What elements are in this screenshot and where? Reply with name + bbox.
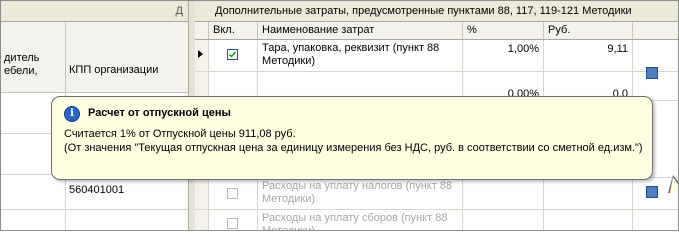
include-checkbox[interactable] — [227, 49, 238, 60]
table-cell: Расходы на уплату сборов (пункт 88 Метод… — [258, 210, 463, 231]
column-header-rub[interactable]: Руб. — [544, 22, 633, 39]
table-row[interactable]: Расходы на уплату налогов (пункт 88 Мето… — [195, 178, 678, 210]
tooltip-pointer-fill — [670, 177, 678, 193]
cost-percent: 1,00% — [507, 43, 539, 55]
cost-rub: 9,11 — [607, 43, 628, 55]
table-cell — [209, 178, 258, 209]
table-cell — [633, 40, 678, 79]
cost-name: Расходы на уплату сборов (пункт 88 Метод… — [262, 212, 448, 231]
left-grid-group-header: Д — [1, 1, 188, 22]
row-indicator — [195, 210, 209, 230]
table-row[interactable]: Тара, упаковка, реквизит (пункт 88 Метод… — [195, 40, 678, 79]
table-cell[interactable] — [544, 210, 633, 230]
table-cell[interactable]: 1,00% — [463, 40, 544, 71]
table-row[interactable] — [1, 210, 188, 230]
tooltip-line-2: (От значения "Текущая отпускная цена за … — [64, 142, 643, 154]
column-header-name[interactable]: Наименование затрат — [258, 22, 463, 39]
column-header-action — [633, 22, 678, 39]
include-checkbox[interactable] — [227, 218, 238, 229]
grid-title: Дополнительные затраты, предусмотренные … — [215, 5, 632, 17]
row-indicator — [195, 178, 209, 209]
table-cell[interactable] — [463, 210, 544, 230]
cost-name: Тара, упаковка, реквизит (пункт 88 Метод… — [262, 42, 440, 67]
calculation-tooltip: i Расчет от отпускной цены Считается 1% … — [51, 96, 678, 193]
checkmark-icon — [228, 51, 237, 58]
table-cell: Расходы на уплату налогов (пункт 88 Мето… — [258, 178, 463, 209]
column-header-enabled[interactable]: Вкл. — [209, 22, 258, 39]
current-row-arrow-icon — [198, 50, 203, 58]
column-header-label: КПП организации — [69, 64, 159, 76]
info-icon: i — [64, 106, 80, 122]
column-header-kpp[interactable]: КПП организации — [66, 22, 188, 93]
row-indicator-header — [195, 22, 209, 39]
table-cell[interactable] — [544, 178, 633, 209]
column-header-label: Наименование затрат — [262, 24, 375, 36]
row-indicator — [195, 40, 209, 71]
table-cell — [1, 175, 66, 209]
grid-title-bar: Дополнительные затраты, предусмотренные … — [195, 1, 678, 22]
table-row[interactable]: 560401001 — [1, 175, 188, 210]
tooltip-body: Считается 1% от Отпускной цены 911,08 ру… — [64, 127, 644, 155]
table-cell — [209, 210, 258, 230]
table-cell — [633, 210, 678, 230]
column-header-label: дитель ебели, — [4, 52, 40, 77]
include-checkbox[interactable] — [227, 188, 238, 199]
table-cell[interactable]: 9,11 — [544, 40, 633, 71]
cost-name: Расходы на уплату налогов (пункт 88 Мето… — [262, 180, 453, 205]
table-cell: Тара, упаковка, реквизит (пункт 88 Метод… — [258, 40, 463, 71]
table-cell[interactable] — [463, 178, 544, 209]
left-group-label: Д — [175, 5, 183, 17]
tooltip-title: Расчет от отпускной цены — [88, 107, 231, 119]
window-frame: Д дитель ебели, КПП организации 56040100… — [0, 0, 679, 231]
column-header-label: Руб. — [548, 24, 571, 36]
kpp-value: 560401001 — [69, 184, 125, 196]
column-header-label: % — [467, 24, 477, 36]
table-cell — [1, 210, 66, 230]
column-header-label: Вкл. — [213, 24, 235, 36]
table-row[interactable]: Расходы на уплату сборов (пункт 88 Метод… — [195, 210, 678, 231]
column-header-percent[interactable]: % — [463, 22, 544, 39]
tooltip-line-1: Считается 1% от Отпускной цены 911,08 ру… — [64, 128, 296, 140]
column-header-supplier[interactable]: дитель ебели, — [1, 22, 66, 93]
table-cell — [209, 40, 258, 71]
grid-column-headers: Вкл. Наименование затрат % Руб. — [195, 22, 678, 40]
